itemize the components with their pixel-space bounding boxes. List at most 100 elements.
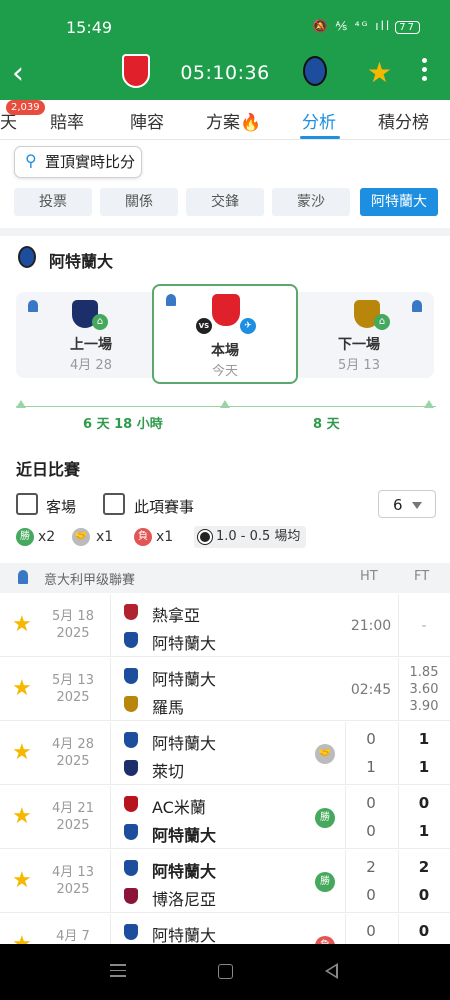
match-date: 4月 7 — [56, 929, 90, 944]
goal-average-text: 1.0 - 0.5 場均 — [216, 529, 301, 544]
tab-lineup[interactable]: 陣容 — [130, 108, 164, 133]
home-team-name: 阿特蘭大 — [152, 670, 217, 689]
away-team-logo — [124, 888, 138, 904]
home-team-logo — [124, 796, 138, 812]
match-row[interactable]: ★ 4月 7 阿特蘭大 負 0 0 — [0, 914, 450, 944]
home-team-logo — [124, 604, 138, 620]
tab-odds[interactable]: 賠率 — [50, 108, 84, 133]
next-match-card[interactable]: ⌂ 下一場 5月 13 — [284, 292, 434, 378]
segment-atalanta[interactable]: 阿特蘭大 — [360, 188, 438, 216]
tab-plans[interactable]: 方案🔥 — [206, 108, 261, 133]
system-nav-bar — [0, 944, 450, 1000]
gap-next-text: 8 天 — [313, 417, 340, 432]
match-count-value: 6 — [393, 496, 403, 514]
league-icon — [412, 300, 422, 312]
chevron-down-icon — [412, 502, 422, 509]
status-icons: 🔕 ⅍ ⁴ᴳ ıll 77 — [313, 19, 420, 34]
vs-icon: VS — [196, 318, 212, 334]
home-team-name: AC米蘭 — [152, 798, 206, 817]
league-name: 意大利甲级聯賽 — [44, 573, 136, 588]
home-icon: ⌂ — [374, 314, 390, 330]
ft-placeholder: - — [421, 618, 427, 634]
favorite-star-icon[interactable]: ★ — [12, 804, 32, 829]
current-match-label: 本場 — [211, 343, 239, 359]
battery-icon: 77 — [395, 21, 420, 34]
match-row[interactable]: ★ 5月 18 2025 熱拿亞 阿特蘭大 21:00 - — [0, 594, 450, 657]
home-team-logo — [124, 924, 138, 940]
kickoff-time: 21:00 — [350, 618, 392, 634]
match-list: ★ 5月 18 2025 熱拿亞 阿特蘭大 21:00 - ★ 5月 13 2025… — [0, 594, 450, 944]
match-header: ‹ 05:10:36 ★ — [0, 48, 450, 100]
team-section-header: 阿特蘭大 — [0, 228, 450, 274]
tab-standings[interactable]: 積分榜 — [378, 108, 429, 133]
win-count: x2 — [38, 529, 56, 545]
ht-score-away: 0 — [366, 822, 376, 840]
current-match-card[interactable]: VS ✈ 本場 今天 — [152, 284, 298, 384]
ht-score-away: 1 — [366, 758, 376, 776]
loss-count: x1 — [156, 529, 174, 545]
favorite-star-icon[interactable]: ★ — [12, 612, 32, 637]
ft-score-home: 0 — [418, 922, 430, 940]
match-row[interactable]: ★ 4月 28 2025 阿特蘭大 萊切 🤝 0 1 1 1 — [0, 722, 450, 785]
tab-bar: 天 2,039 賠率 陣容 方案🔥 分析 積分榜 — [0, 100, 450, 140]
home-icon: ⌂ — [92, 314, 108, 330]
home-team-logo — [124, 668, 138, 684]
win-badge: 勝 — [315, 872, 335, 892]
tab-badge: 2,039 — [6, 100, 45, 115]
favorite-star-icon[interactable]: ★ — [367, 56, 392, 89]
league-icon — [166, 294, 176, 306]
segment-relation[interactable]: 關係 — [100, 188, 178, 216]
prev-match-label: 上一場 — [70, 337, 112, 353]
current-match-date: 今天 — [211, 364, 238, 379]
away-team-name: 羅馬 — [152, 698, 185, 717]
away-team-name: 阿特蘭大 — [152, 826, 217, 845]
kickoff-time: 02:45 — [350, 682, 392, 698]
loss-badge: 負 — [134, 528, 152, 546]
away-team-name: 博洛尼亞 — [152, 890, 217, 909]
pin-live-score-button[interactable]: ⚲ 置頂實時比分 — [14, 146, 142, 178]
segment-vote[interactable]: 投票 — [14, 188, 92, 216]
football-icon — [197, 529, 213, 545]
schedule-timeline: ⌂ 上一場 4月 28 ⌂ 下一場 5月 13 VS ✈ 本場 今天 — [16, 284, 434, 384]
match-row[interactable]: ★ 4月 13 2025 阿特蘭大 博洛尼亞 勝 2 0 2 0 — [0, 850, 450, 913]
favorite-star-icon[interactable]: ★ — [12, 868, 32, 893]
segment-monza[interactable]: 蒙沙 — [272, 188, 350, 216]
match-row[interactable]: ★ 5月 13 2025 阿特蘭大 羅馬 02:45 1.85 3.60 3.90 — [0, 658, 450, 721]
ft-column-header: FT — [414, 569, 430, 584]
home-button-icon[interactable] — [218, 964, 233, 979]
ht-score-away: 0 — [366, 886, 376, 904]
favorite-star-icon[interactable]: ★ — [12, 740, 32, 765]
league-header-row: 意大利甲级聯賽 HT FT — [0, 563, 450, 593]
more-menu-icon[interactable] — [422, 58, 428, 85]
home-team-name: 阿特蘭大 — [152, 862, 217, 881]
favorite-star-icon[interactable]: ★ — [12, 676, 32, 701]
away-team-name: 阿特蘭大 — [152, 634, 217, 653]
ft-score-home: 1 — [418, 730, 430, 748]
away-team-logo — [124, 632, 138, 648]
ft-score-home: 2 — [418, 858, 430, 876]
home-team-name: 熱拿亞 — [152, 606, 201, 625]
competition-filter-checkbox[interactable] — [103, 493, 125, 515]
away-team-crest[interactable] — [303, 56, 327, 86]
match-date: 5月 18 2025 — [52, 609, 94, 641]
segment-h2h[interactable]: 交鋒 — [186, 188, 264, 216]
home-team-name: 阿特蘭大 — [152, 734, 217, 753]
favorite-star-icon[interactable]: ★ — [12, 932, 32, 944]
recent-apps-icon[interactable] — [110, 964, 126, 981]
prev-match-card[interactable]: ⌂ 上一場 4月 28 — [16, 292, 166, 378]
match-count-select[interactable]: 6 — [378, 490, 436, 518]
prev-match-date: 4月 28 — [70, 358, 112, 373]
next-match-date: 5月 13 — [338, 358, 380, 373]
ft-score-away: 1 — [418, 758, 430, 776]
away-filter-checkbox[interactable] — [16, 493, 38, 515]
match-row[interactable]: ★ 4月 21 2025 AC米蘭 阿特蘭大 勝 0 0 0 1 — [0, 786, 450, 849]
home-team-name: 阿特蘭大 — [152, 926, 217, 944]
opponent-crest — [212, 294, 240, 326]
tab-active-indicator — [300, 136, 340, 139]
away-team-logo — [124, 696, 138, 712]
match-date: 4月 28 2025 — [52, 737, 94, 769]
draw-handshake-icon: 🤝 — [315, 744, 335, 764]
tab-analysis[interactable]: 分析 — [302, 108, 336, 133]
league-icon — [28, 300, 38, 312]
match-date: 4月 21 2025 — [52, 801, 94, 833]
